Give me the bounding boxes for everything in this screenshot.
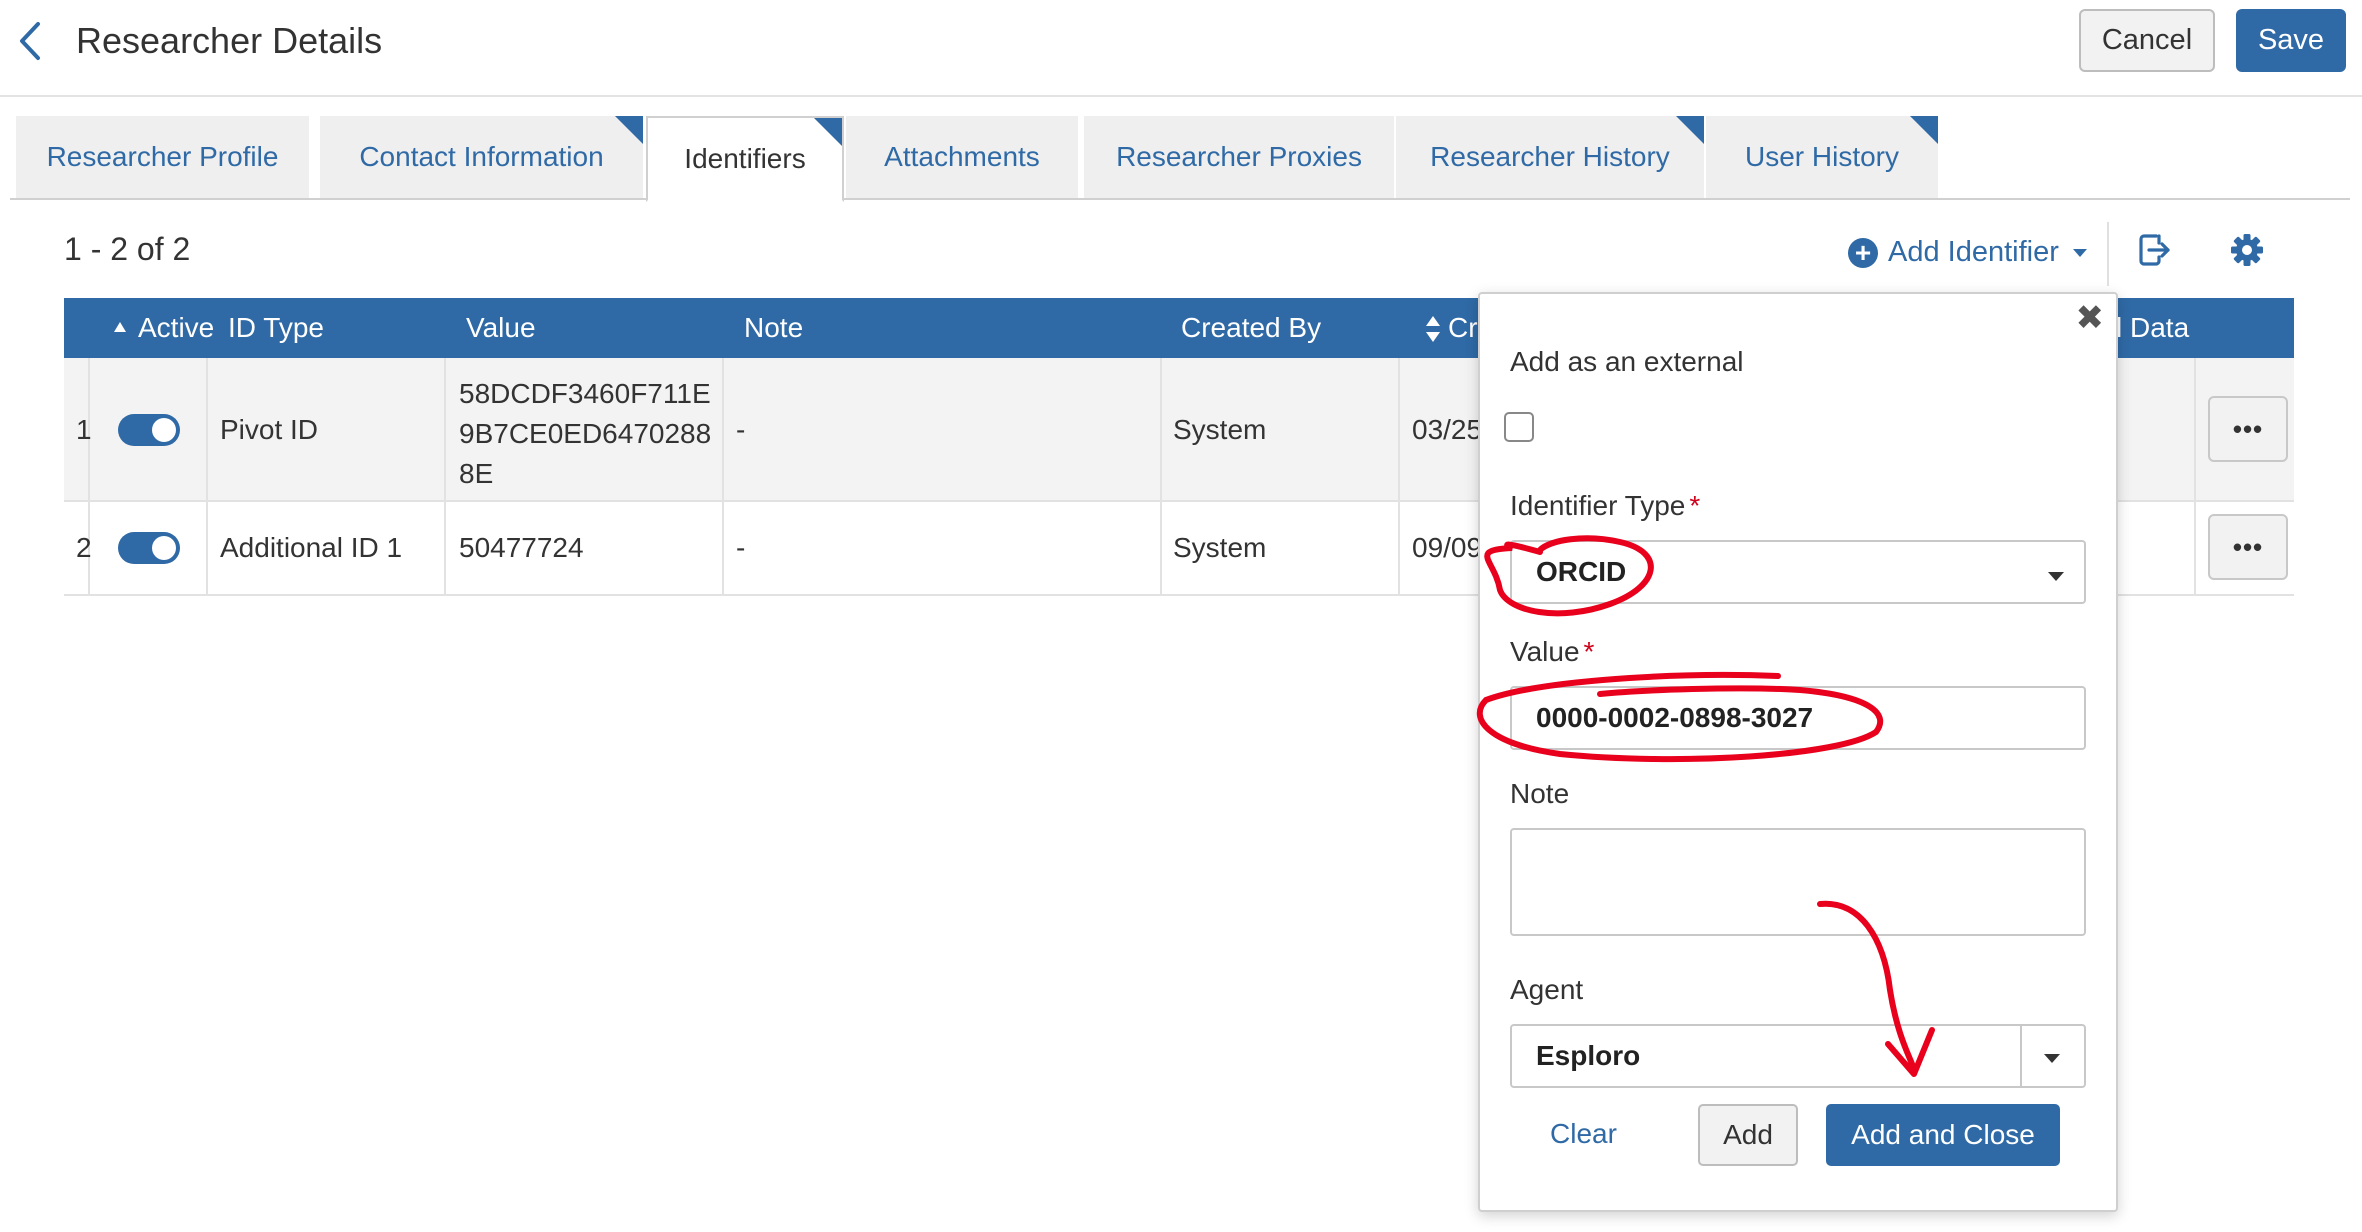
page-title: Researcher Details bbox=[76, 20, 383, 61]
tab-attachments[interactable]: Attachments bbox=[846, 116, 1078, 198]
tab-corner-icon bbox=[1676, 116, 1704, 144]
tab-bar: Researcher Profile Contact Information I… bbox=[10, 116, 2350, 202]
value-cell: 58DCDF3460F711E 9B7CE0ED6470288 8E bbox=[459, 374, 711, 494]
tab-researcher-profile[interactable]: Researcher Profile bbox=[16, 116, 309, 198]
add-button[interactable]: Add bbox=[1698, 1104, 1798, 1166]
export-icon[interactable] bbox=[2136, 232, 2172, 268]
chevron-down-icon bbox=[2072, 248, 2087, 257]
external-label: Add as an external bbox=[1510, 346, 1744, 377]
results-count: 1 - 2 of 2 bbox=[64, 231, 191, 267]
column-id-type[interactable]: ID Type bbox=[228, 312, 324, 344]
tab-researcher-history[interactable]: Researcher History bbox=[1396, 116, 1704, 198]
add-and-close-button[interactable]: Add and Close bbox=[1826, 1104, 2060, 1166]
value-label-text: Value bbox=[1510, 636, 1580, 667]
chevron-down-icon bbox=[2048, 572, 2064, 581]
value-line: 58DCDF3460F711E bbox=[459, 378, 711, 409]
column-value[interactable]: Value bbox=[466, 312, 536, 344]
gear-icon[interactable] bbox=[2229, 232, 2265, 268]
back-arrow-icon[interactable] bbox=[14, 20, 48, 62]
tab-label: Identifiers bbox=[684, 143, 806, 174]
tab-label: Researcher History bbox=[1430, 141, 1670, 172]
agent-label: Agent bbox=[1510, 974, 1584, 1005]
required-mark: * bbox=[1689, 490, 1701, 521]
cancel-button[interactable]: Cancel bbox=[2079, 9, 2215, 72]
created-cell: 09/09 bbox=[1412, 532, 1483, 563]
value-input-text: 0000-0002-0898-3027 bbox=[1536, 702, 1814, 733]
tab-user-history[interactable]: User History bbox=[1706, 116, 1938, 198]
save-button[interactable]: Save bbox=[2236, 9, 2346, 72]
row-number: 2 bbox=[76, 532, 92, 563]
add-identifier-button[interactable]: + Add Identifier bbox=[1848, 236, 2087, 269]
row-actions-button[interactable]: ••• bbox=[2208, 396, 2288, 462]
column-created[interactable]: Cr bbox=[1448, 312, 1478, 344]
tab-label: Researcher Proxies bbox=[1116, 141, 1362, 172]
note-cell: - bbox=[736, 532, 746, 563]
tab-label: Attachments bbox=[884, 141, 1040, 172]
add-identifier-label: Add Identifier bbox=[1888, 236, 2059, 268]
clear-link[interactable]: Clear bbox=[1550, 1118, 1617, 1150]
note-cell: - bbox=[736, 414, 746, 445]
id-type-cell: Pivot ID bbox=[220, 414, 319, 445]
identifier-type-label-text: Identifier Type bbox=[1510, 490, 1686, 521]
agent-dropdown-toggle[interactable] bbox=[2020, 1026, 2084, 1086]
value-input[interactable]: 0000-0002-0898-3027 bbox=[1510, 686, 2086, 750]
column-created-by[interactable]: Created By bbox=[1181, 312, 1321, 344]
created-cell: 03/25 bbox=[1412, 414, 1483, 445]
agent-value: Esploro bbox=[1536, 1040, 1641, 1071]
sort-asc-icon bbox=[114, 322, 126, 332]
active-toggle[interactable] bbox=[118, 532, 180, 564]
tab-corner-icon bbox=[814, 118, 842, 146]
identifier-type-value: ORCID bbox=[1536, 556, 1627, 587]
add-identifier-popup: ✖ Add as an external Identifier Type * OR… bbox=[1478, 292, 2118, 1212]
tab-contact-information[interactable]: Contact Information bbox=[320, 116, 643, 198]
identifier-type-label: Identifier Type * bbox=[1510, 490, 1700, 522]
page-header: Researcher Details Cancel Save bbox=[0, 0, 2362, 97]
row-actions-button[interactable]: ••• bbox=[2208, 514, 2288, 580]
active-toggle[interactable] bbox=[118, 414, 180, 446]
tab-researcher-proxies[interactable]: Researcher Proxies bbox=[1084, 116, 1394, 198]
sort-both-icon bbox=[1426, 316, 1440, 342]
note-textarea[interactable] bbox=[1510, 828, 2086, 936]
tab-corner-icon bbox=[615, 116, 643, 144]
tab-label: User History bbox=[1744, 141, 1899, 172]
toolbar-divider bbox=[2107, 222, 2109, 286]
created-by-cell: System bbox=[1173, 532, 1267, 563]
column-note[interactable]: Note bbox=[744, 312, 803, 344]
value-line: 9B7CE0ED6470288 bbox=[459, 418, 712, 449]
tab-corner-icon bbox=[1910, 116, 1938, 144]
identifier-type-select[interactable]: ORCID bbox=[1510, 540, 2086, 604]
value-line: 8E bbox=[459, 458, 494, 489]
value-cell: 50477724 bbox=[459, 532, 584, 563]
value-label: Value * bbox=[1510, 636, 1594, 668]
close-icon[interactable]: ✖ bbox=[2076, 298, 2105, 338]
external-checkbox[interactable] bbox=[1504, 412, 1534, 442]
tab-label: Researcher Profile bbox=[46, 141, 279, 172]
chevron-down-icon bbox=[2044, 1054, 2060, 1063]
agent-select[interactable]: Esploro bbox=[1510, 1024, 2086, 1088]
id-type-cell: Additional ID 1 bbox=[220, 532, 403, 563]
tab-identifiers[interactable]: Identifiers bbox=[646, 116, 844, 202]
tab-label: Contact Information bbox=[359, 141, 604, 172]
row-number: 1 bbox=[76, 414, 92, 445]
plus-circle-icon: + bbox=[1848, 237, 1878, 268]
required-mark: * bbox=[1583, 636, 1595, 667]
column-data[interactable]: l Data bbox=[2116, 312, 2189, 344]
created-by-cell: System bbox=[1173, 414, 1267, 445]
note-label: Note bbox=[1510, 778, 1570, 809]
